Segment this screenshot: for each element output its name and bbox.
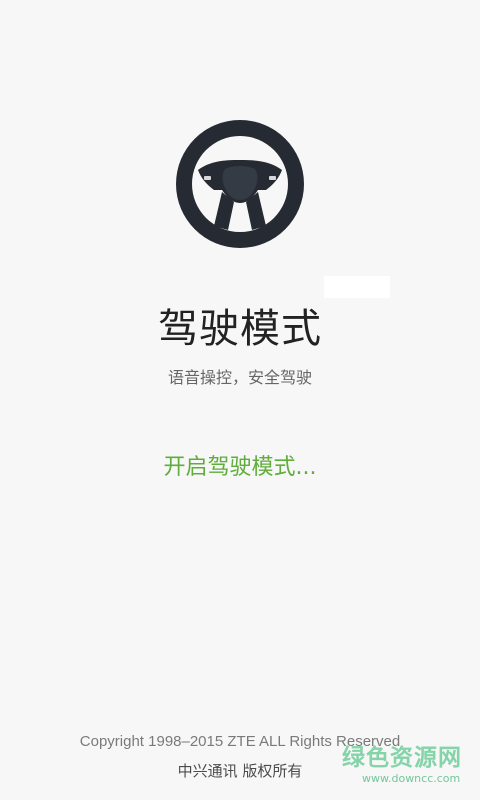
white-blank-box	[324, 276, 390, 298]
steering-wheel-icon	[176, 120, 304, 248]
page-subtitle: 语音操控，安全驾驶	[167, 368, 312, 387]
watermark-url: www.downcc.com	[362, 772, 461, 785]
watermark: 绿色资源网 www.downcc.com	[342, 744, 468, 792]
page-title: 驾驶模式	[158, 306, 322, 352]
status-text: 开启驾驶模式...	[163, 455, 317, 480]
watermark-chinese: 绿色资源网	[342, 745, 462, 771]
launch-screen: 驾驶模式 语音操控，安全驾驶 开启驾驶模式... Copyright 1998–…	[0, 0, 480, 800]
